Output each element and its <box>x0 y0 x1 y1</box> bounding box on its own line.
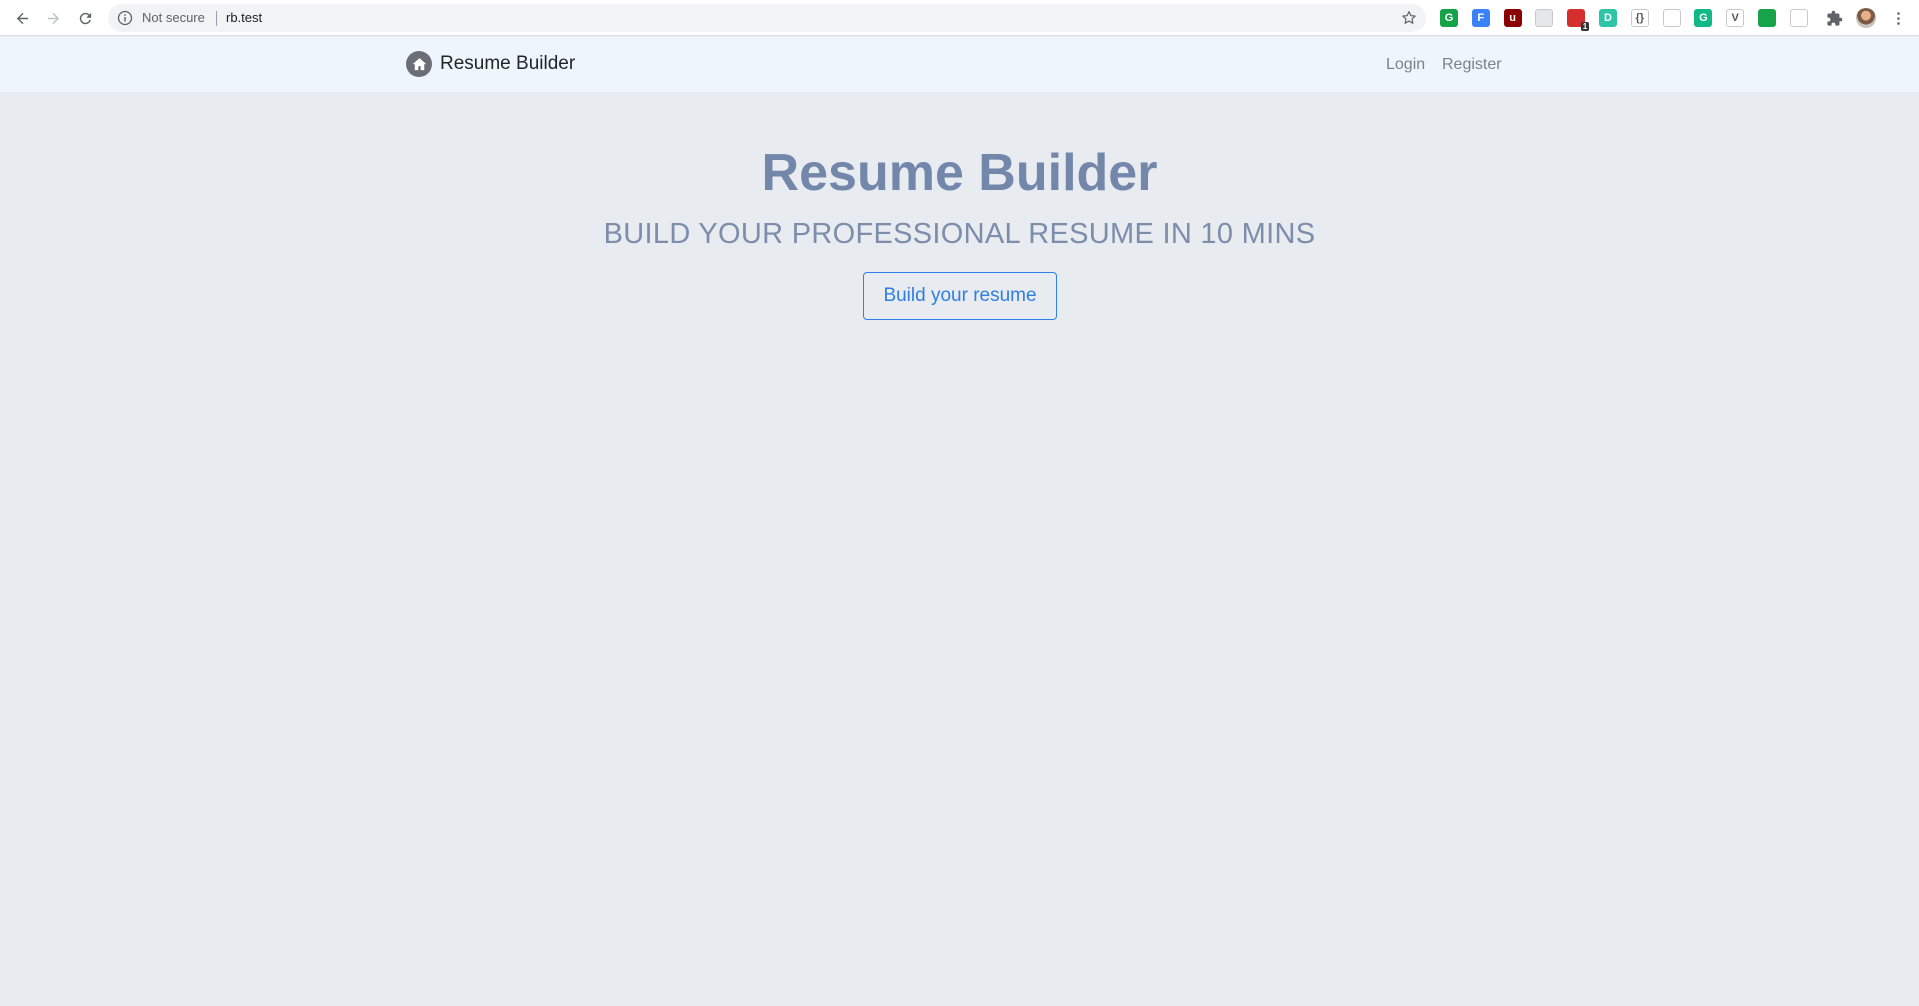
back-button[interactable] <box>10 6 34 30</box>
dictionary-ext-icon[interactable]: D <box>1599 9 1617 27</box>
cloud-ext-icon[interactable] <box>1789 9 1808 27</box>
url-text[interactable]: rb.test <box>226 11 262 25</box>
avatar <box>1856 8 1876 28</box>
info-icon[interactable] <box>117 10 133 26</box>
extension-badge: 1 <box>1580 22 1590 31</box>
arrow-right-icon <box>47 12 59 24</box>
keyboard-ext-icon[interactable] <box>1662 9 1681 27</box>
blank-ext-icon[interactable] <box>1535 9 1554 27</box>
register-link[interactable]: Register <box>1442 55 1502 75</box>
forward-button[interactable] <box>41 6 65 30</box>
address-bar[interactable]: Not secure rb.test <box>108 4 1426 32</box>
page-subtitle: BUILD YOUR PROFESSIONAL RESUME IN 10 MIN… <box>603 218 1316 250</box>
evernote-ext-icon[interactable] <box>1758 9 1776 27</box>
home-icon <box>406 51 432 77</box>
brand-link[interactable]: Resume Builder <box>406 51 575 77</box>
grammarly-ext-icon[interactable]: G <box>1440 9 1458 27</box>
kebab-menu-icon <box>1896 11 1900 25</box>
security-status: Not secure <box>142 10 205 25</box>
login-link[interactable]: Login <box>1386 55 1425 75</box>
profile-avatar-button[interactable] <box>1854 6 1878 30</box>
json-ext-icon[interactable]: {} <box>1630 9 1649 27</box>
wappalyzer-ext-icon[interactable]: 1 <box>1567 9 1590 31</box>
puzzle-icon <box>1826 10 1842 26</box>
formfill-ext-icon[interactable]: F <box>1471 9 1490 27</box>
page-title: Resume Builder <box>761 144 1158 202</box>
browser-toolbar: Not secure rb.test G Fu 1 D{} G V <box>0 0 1919 36</box>
reload-button[interactable] <box>73 6 97 30</box>
grammarly-go-ext-icon[interactable]: G <box>1694 9 1713 27</box>
address-divider <box>216 11 217 26</box>
arrow-left-icon <box>16 12 28 24</box>
extensions-menu-button[interactable] <box>1822 6 1846 30</box>
browser-menu-button[interactable] <box>1886 6 1910 30</box>
vue-ext-icon[interactable]: V <box>1726 9 1745 27</box>
site-navbar: Resume Builder Login Register <box>0 37 1919 92</box>
bookmark-star-icon[interactable] <box>1400 9 1418 27</box>
build-resume-button[interactable]: Build your resume <box>863 272 1057 320</box>
reload-icon <box>79 12 91 24</box>
ublock-ext-icon[interactable]: u <box>1503 9 1522 27</box>
brand-name: Resume Builder <box>440 53 576 74</box>
